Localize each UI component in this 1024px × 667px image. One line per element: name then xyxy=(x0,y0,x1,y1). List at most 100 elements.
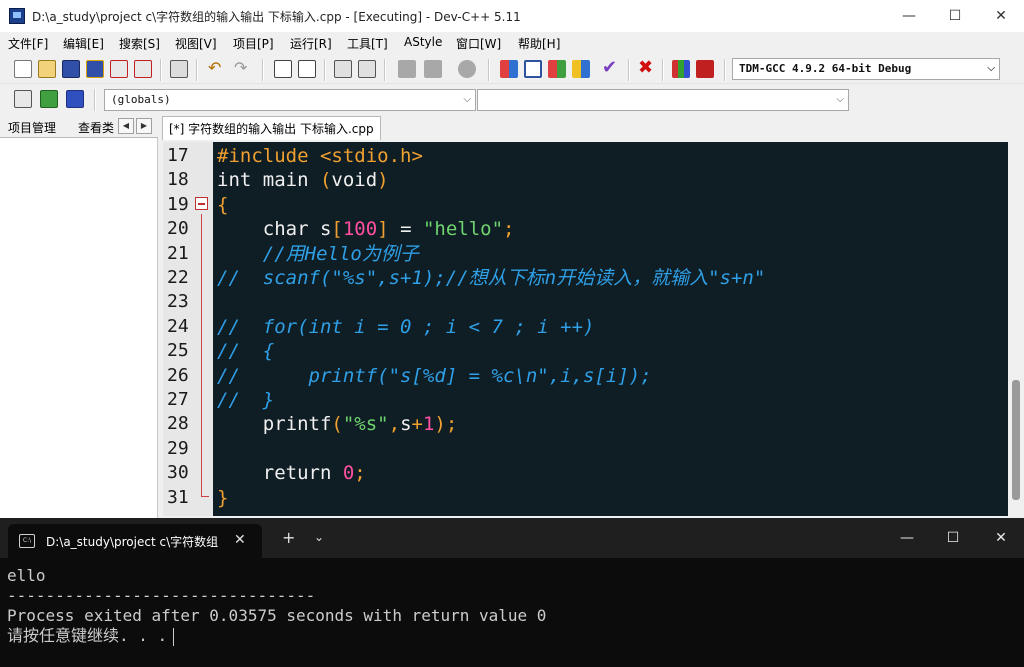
rebuild-icon[interactable] xyxy=(572,60,590,78)
goto-back-icon[interactable] xyxy=(398,60,416,78)
bookmark-icon[interactable] xyxy=(458,60,476,78)
fold-guide-end xyxy=(201,496,209,497)
console-icon: C:\ xyxy=(19,534,35,548)
toolbar-separator xyxy=(384,59,386,81)
terminal-close-button[interactable]: ✕ xyxy=(978,518,1024,558)
minimize-button[interactable]: — xyxy=(886,0,932,32)
close-button[interactable]: ✕ xyxy=(978,0,1024,32)
delete-profile-icon[interactable] xyxy=(696,60,714,78)
undo-icon[interactable]: ↶ xyxy=(208,60,226,78)
toolbar-separator xyxy=(160,59,162,81)
new-file-icon[interactable] xyxy=(14,60,32,78)
line-number: 29 xyxy=(167,437,189,459)
terminal-window[interactable]: C:\ D:\a_study\project c\字符数组 ✕ + ⌄ — ☐ … xyxy=(0,518,1024,667)
window-titlebar[interactable]: D:\a_study\project c\字符数组的输入输出 下标输入.cpp … xyxy=(0,0,1024,32)
code-token: { xyxy=(217,193,229,216)
compile-icon[interactable] xyxy=(500,60,518,78)
menu-tools[interactable]: 工具[T] xyxy=(347,35,388,52)
tab-dropdown-icon[interactable]: ⌄ xyxy=(314,530,324,544)
print-icon[interactable] xyxy=(170,60,188,78)
menu-astyle[interactable]: AStyle xyxy=(404,35,442,49)
code-token: printf xyxy=(217,413,332,436)
code-token: 100 xyxy=(342,218,378,241)
terminal-tab[interactable]: C:\ D:\a_study\project c\字符数组 ✕ xyxy=(8,524,262,558)
menu-help[interactable]: 帮助[H] xyxy=(518,35,560,52)
compile-run-icon[interactable] xyxy=(548,60,566,78)
scope-select[interactable]: (globals) ⌵ xyxy=(104,89,476,111)
tab-scroll-right-icon[interactable]: ▶ xyxy=(136,118,152,134)
code-text: printf("%s",s+1); xyxy=(217,412,458,436)
tab-project-manager[interactable]: 项目管理 xyxy=(8,119,56,136)
add-to-project-icon[interactable] xyxy=(40,90,58,108)
text-cursor xyxy=(173,627,175,646)
line-number: 18 xyxy=(167,169,189,191)
code-text: // { xyxy=(217,339,274,363)
editor-vertical-scrollbar[interactable] xyxy=(1008,142,1024,516)
chevron-down-icon: ⌵ xyxy=(987,63,995,74)
terminal-minimize-button[interactable]: — xyxy=(884,518,930,558)
menu-run[interactable]: 运行[R] xyxy=(290,35,332,52)
tab-scroll-left-icon[interactable]: ◀ xyxy=(118,118,134,134)
open-file-icon[interactable] xyxy=(38,60,56,78)
tab-class-browser[interactable]: 查看类 xyxy=(78,119,118,136)
menu-file[interactable]: 文件[F] xyxy=(8,35,48,52)
code-text: #include <stdio.h> xyxy=(217,144,423,168)
scrollbar-thumb[interactable] xyxy=(1012,380,1020,500)
terminal-output[interactable]: ello -------------------------------- Pr… xyxy=(7,566,1017,646)
new-project-icon[interactable] xyxy=(14,90,32,108)
line-number: 22 xyxy=(167,267,189,288)
menu-project[interactable]: 项目[P] xyxy=(233,35,274,52)
new-tab-icon[interactable]: + xyxy=(282,528,295,547)
menu-edit[interactable]: 编辑[E] xyxy=(63,35,104,52)
find-icon[interactable] xyxy=(274,60,292,78)
terminal-titlebar[interactable]: C:\ D:\a_study\project c\字符数组 ✕ + ⌄ — ☐ … xyxy=(0,518,1024,558)
toolbar-separator xyxy=(488,59,490,81)
code-token: return xyxy=(217,462,343,485)
line-number: 30 xyxy=(167,462,189,484)
menu-search[interactable]: 搜索[S] xyxy=(119,35,160,52)
compiler-select[interactable]: TDM-GCC 4.9.2 64-bit Debug ⌵ xyxy=(732,58,1000,80)
code-token: [ xyxy=(331,218,343,241)
line-number: 21 xyxy=(167,242,189,264)
window-title: D:\a_study\project c\字符数组的输入输出 下标输入.cpp … xyxy=(32,10,521,24)
close-tab-icon[interactable]: ✕ xyxy=(234,532,246,548)
main-toolbar: ↶ ↷ ✔ ✖ TDM-GCC 4.9.2 64-bit Debug ⌵ xyxy=(0,54,1024,84)
maximize-button[interactable]: ☐ xyxy=(932,0,978,32)
run-icon[interactable] xyxy=(524,60,542,78)
menu-view[interactable]: 视图[V] xyxy=(175,35,217,52)
replace-icon[interactable] xyxy=(298,60,316,78)
terminal-maximize-button[interactable]: ☐ xyxy=(930,518,976,558)
project-tree-panel[interactable] xyxy=(0,138,158,518)
line-number: 28 xyxy=(167,413,189,435)
close-all-icon[interactable] xyxy=(134,60,152,78)
editor-file-tab[interactable]: [*] 字符数组的输入输出 下标输入.cpp xyxy=(162,116,381,140)
code-token: // } xyxy=(217,389,275,411)
menu-window[interactable]: 窗口[W] xyxy=(456,35,501,52)
close-file-icon[interactable] xyxy=(110,60,128,78)
indent-icon[interactable] xyxy=(334,60,352,78)
toolbar-separator xyxy=(324,59,326,81)
profile-icon[interactable] xyxy=(672,60,690,78)
save-icon[interactable] xyxy=(62,60,80,78)
redo-icon[interactable]: ↷ xyxy=(234,60,252,78)
save-all-icon[interactable] xyxy=(86,60,104,78)
code-text: int main (void) xyxy=(217,168,389,192)
stop-execution-icon[interactable]: ✖ xyxy=(638,59,656,78)
code-token: + xyxy=(411,413,423,436)
line-number: 25 xyxy=(167,340,189,362)
member-select[interactable]: ⌵ xyxy=(477,89,849,111)
code-token: ( xyxy=(331,413,343,436)
project-options-icon[interactable] xyxy=(66,90,84,108)
unindent-icon[interactable] xyxy=(358,60,376,78)
code-token: //用Hello为例子 xyxy=(217,242,419,265)
syntax-check-icon[interactable]: ✔ xyxy=(602,59,620,78)
code-editor[interactable]: 17 #include <stdio.h> 18 int main (void) 19{… xyxy=(163,142,1024,516)
code-token: // scanf("%s",s+1);//想从下标n开始读入，就输入"s+n" xyxy=(217,267,766,289)
goto-forward-icon[interactable] xyxy=(424,60,442,78)
terminal-tab-title: D:\a_study\project c\字符数组 xyxy=(46,535,219,549)
chevron-down-icon: ⌵ xyxy=(463,94,471,105)
fold-collapse-icon[interactable] xyxy=(195,197,208,210)
code-token: // printf("s[%d] = %c\n",i,s[i]); xyxy=(217,364,652,387)
devcpp-app-icon xyxy=(9,8,25,24)
toolbar-separator xyxy=(628,59,630,81)
